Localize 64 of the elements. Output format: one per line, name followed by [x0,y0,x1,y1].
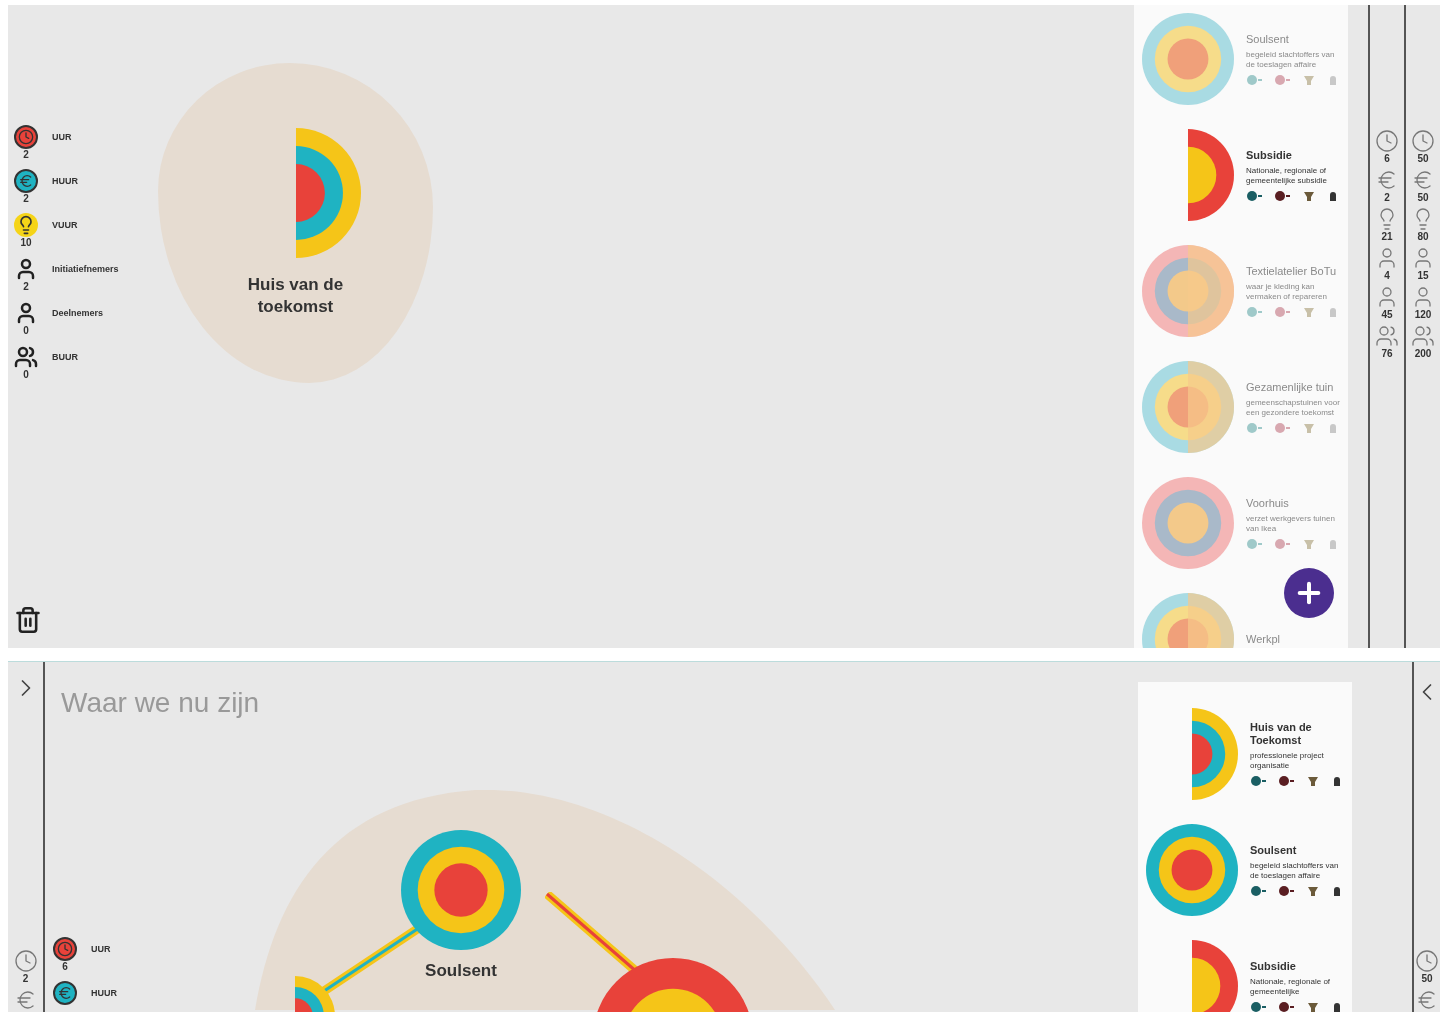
clock-icon [53,937,77,961]
card-description: professionele project organisatie [1250,751,1325,771]
count-label: 2 [23,149,29,161]
count-label: 2 [23,281,29,293]
section-title: Waar we nu zijn [61,686,261,720]
stat-value: 80 [1417,231,1429,243]
group-icon [14,345,38,369]
add-button[interactable] [1284,568,1334,618]
stat-value: 76 [1381,348,1393,360]
count-label: 10 [20,237,32,249]
stat-value: 120 [1414,309,1432,321]
legend-label: BUUR [52,351,78,364]
count-label: 0 [23,369,29,381]
legend-label: UUR [52,131,72,144]
card-title: Werkpl [1246,632,1282,646]
card-description: verzet werkgevers tuinen van Ikea [1246,513,1336,534]
stat-value: 2 [22,973,29,985]
clock-icon [1411,129,1435,153]
clock-icon [1415,949,1439,973]
card-title: Gezamenlijke tuin [1246,380,1335,394]
legend-label: HUUR [52,175,78,188]
stat-value: 6 [1384,153,1390,165]
stat-value: 4 [1384,270,1390,282]
legend-label: Initiatiefnemers [52,263,119,276]
stat-value: 21 [1381,231,1393,243]
count-label: 0 [23,325,29,337]
group-icon [1411,324,1435,348]
clock-icon [1375,129,1399,153]
card-description: begeleid slachtoffers van de toeslagen affaire [1250,860,1340,881]
card-description: Nationale, regionale of gemeentelijke [1250,976,1332,997]
card-title: Textielatelier BoTu [1246,264,1338,278]
half-ring-drawing [1192,940,1238,1012]
stat-value: 50 [1417,153,1429,165]
euro-icon [14,169,38,193]
card-title: Voorhuis [1246,496,1290,510]
clock-icon [13,949,38,973]
card-description: gemeenschapstuinen voor een gezondere toekomst [1246,397,1341,418]
lightbulb-icon [14,213,38,237]
stat-value: 45 [1381,309,1393,321]
node-label: Huis van de toekomst [246,274,345,318]
card-title: Huis van de Toekomst [1250,721,1313,747]
count-label: 6 [62,961,68,973]
stat-value: 50 [1421,973,1433,985]
group-icon [1375,324,1399,348]
card-description: Nationale, regionale of gemeentelijke subsidie [1246,165,1328,186]
count-label: 2 [23,193,29,205]
stat-value: 15 [1417,270,1429,282]
trash-icon [14,606,42,634]
card-title: Subsidie [1246,148,1293,162]
stat-value: 50 [1417,192,1429,204]
euro-icon [53,981,77,1005]
card-title: Soulsent [1250,843,1298,857]
stat-value: 200 [1414,348,1432,360]
card-description: begeleid slachtoffers van de toeslagen affaire [1246,49,1336,70]
legend-label: UUR [91,943,111,956]
card-title: Soulsent [1246,32,1290,46]
legend-label: HUUR [91,987,117,1000]
card-title: Subsidie [1250,959,1297,973]
legend-label: Deelnemers [52,307,104,320]
stat-value: 2 [1384,192,1390,204]
clock-icon [14,125,38,149]
legend-label: VUUR [52,219,78,232]
card-description: waar je kleding kan vermaken of repareren [1246,281,1328,302]
node-label: Soulsent [425,960,497,982]
